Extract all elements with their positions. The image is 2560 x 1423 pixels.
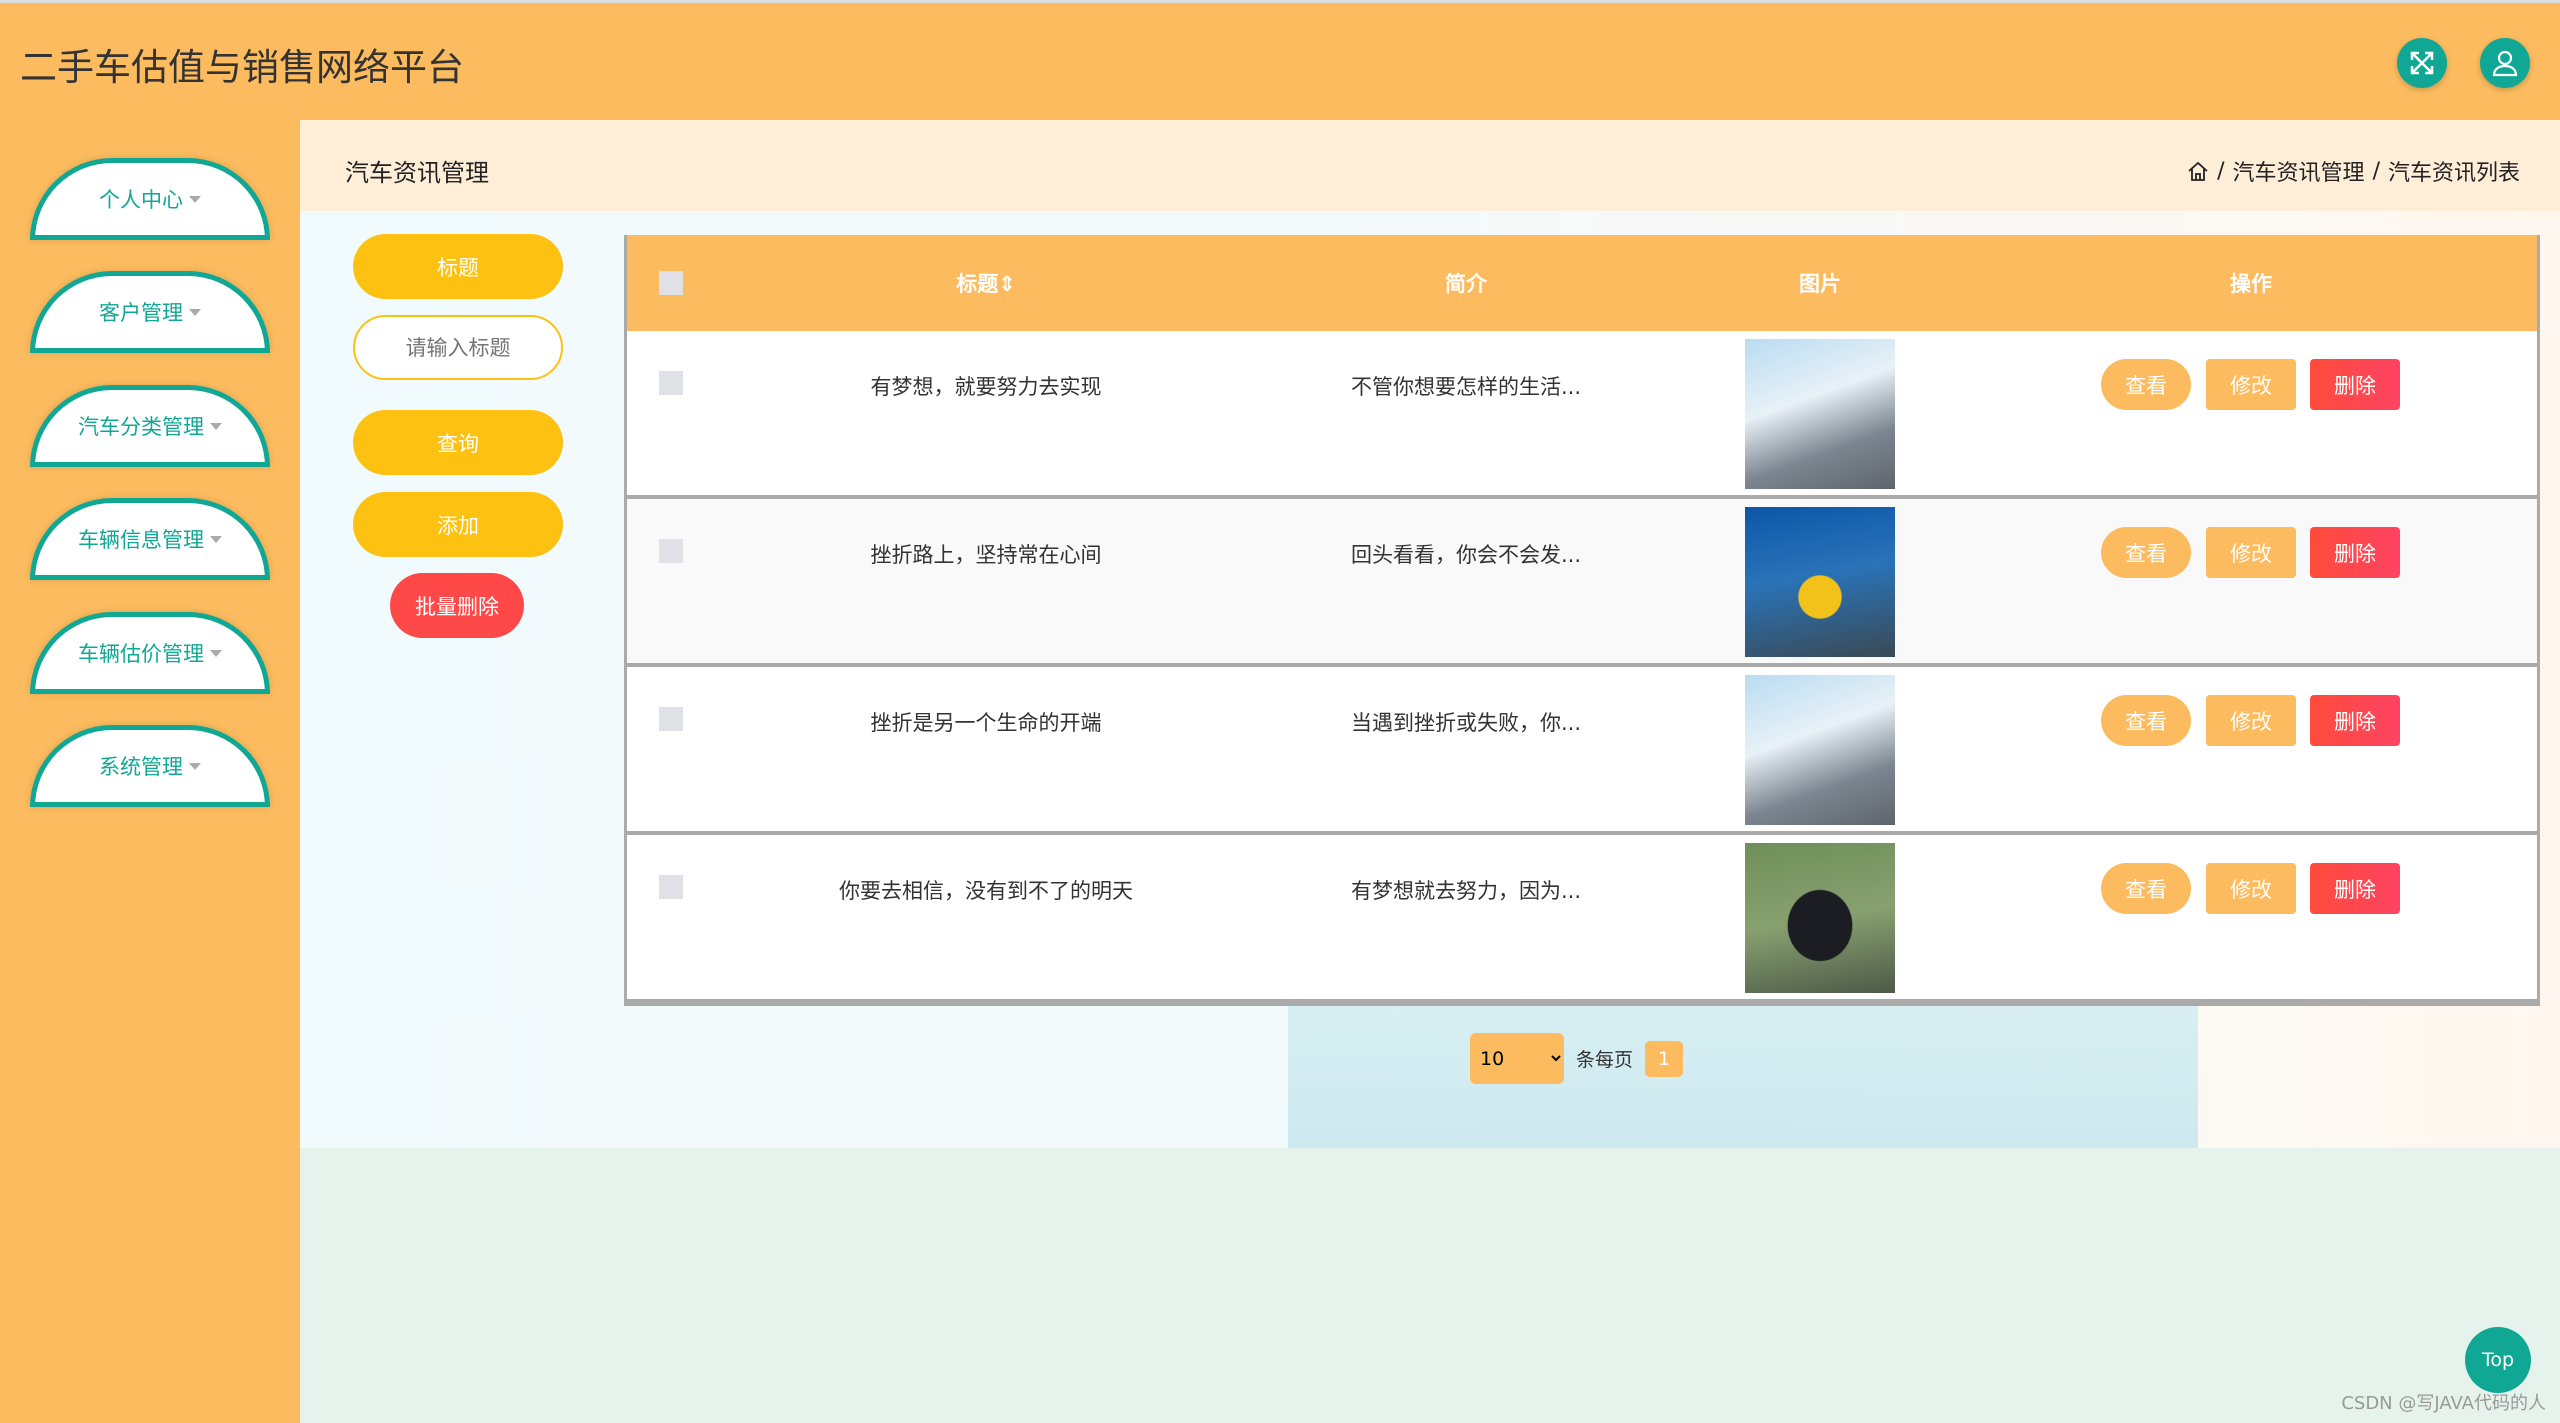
delete-button[interactable]: 删除	[2310, 695, 2400, 746]
header-ops: 操作	[2230, 272, 2272, 296]
batch-delete-button[interactable]: 批量删除	[390, 573, 524, 638]
user-button[interactable]	[2480, 38, 2530, 88]
sidebar-item-vehicle-info[interactable]: 车辆信息管理	[30, 498, 270, 580]
edit-button[interactable]: 修改	[2206, 695, 2296, 746]
header-intro: 简介	[1445, 272, 1487, 296]
car-image	[1745, 507, 1895, 657]
header: 二手车估值与销售网络平台	[0, 0, 2560, 120]
sidebar-item-label: 客户管理	[99, 301, 183, 325]
car-image	[1745, 843, 1895, 993]
caret-down-icon	[189, 308, 201, 316]
breadcrumb-separator: /	[2217, 158, 2225, 184]
page-size-select[interactable]: 10	[1470, 1033, 1564, 1084]
car-image	[1745, 675, 1895, 825]
back-to-top-button[interactable]: Top	[2465, 1327, 2531, 1393]
watermark: CSDN @写JAVA代码的人	[2341, 1393, 2546, 1414]
page-button-1[interactable]: 1	[1645, 1040, 1684, 1077]
per-page-label: 条每页	[1576, 1049, 1634, 1071]
expand-icon	[2410, 51, 2434, 75]
header-title[interactable]: 标题⇕	[956, 268, 1016, 298]
delete-button[interactable]: 删除	[2310, 527, 2400, 578]
query-button[interactable]: 查询	[353, 410, 563, 475]
sidebar-item-customers[interactable]: 客户管理	[30, 271, 270, 353]
row-checkbox[interactable]	[659, 707, 683, 731]
view-button[interactable]: 查看	[2101, 863, 2191, 914]
title-search-input[interactable]	[353, 315, 563, 380]
row-title: 挫折路上，坚持常在心间	[870, 543, 1102, 567]
sidebar-item-system[interactable]: 系统管理	[30, 725, 270, 807]
delete-button[interactable]: 删除	[2310, 359, 2400, 410]
caret-down-icon	[189, 195, 201, 203]
app-title: 二手车估值与销售网络平台	[20, 46, 464, 89]
table-row: 挫折路上，坚持常在心间 回头看看，你会不会发... 查看 修改 删除	[627, 499, 2537, 667]
title-label: 标题	[353, 234, 563, 299]
add-button[interactable]: 添加	[353, 492, 563, 557]
table-row: 你要去相信，没有到不了的明天 有梦想就去努力，因为... 查看 修改 删除	[627, 835, 2537, 1003]
header-image: 图片	[1799, 272, 1841, 296]
row-checkbox[interactable]	[659, 875, 683, 899]
view-button[interactable]: 查看	[2101, 359, 2191, 410]
caret-down-icon	[210, 535, 222, 543]
view-button[interactable]: 查看	[2101, 527, 2191, 578]
user-icon	[2492, 50, 2518, 77]
row-title: 你要去相信，没有到不了的明天	[839, 879, 1133, 903]
row-checkbox[interactable]	[659, 539, 683, 563]
row-intro: 不管你想要怎样的生活...	[1350, 375, 1582, 399]
table-row: 有梦想，就要努力去实现 不管你想要怎样的生活... 查看 修改 删除	[627, 331, 2537, 499]
background-illustration	[1288, 1001, 2198, 1148]
sidebar-item-label: 系统管理	[99, 755, 183, 779]
page-title: 汽车资讯管理	[345, 159, 489, 187]
sidebar-item-label: 车辆估价管理	[78, 642, 204, 666]
edit-button[interactable]: 修改	[2206, 359, 2296, 410]
row-title: 挫折是另一个生命的开端	[870, 711, 1102, 735]
sidebar-item-label: 个人中心	[99, 188, 183, 212]
caret-down-icon	[189, 762, 201, 770]
delete-button[interactable]: 删除	[2310, 863, 2400, 914]
sidebar-item-label: 车辆信息管理	[78, 528, 204, 552]
breadcrumb-item: 汽车资讯列表	[2387, 161, 2520, 186]
row-intro: 回头看看，你会不会发...	[1350, 543, 1582, 567]
select-all-checkbox[interactable]	[659, 271, 683, 295]
sidebar-item-label: 汽车分类管理	[78, 415, 204, 439]
row-title: 有梦想，就要努力去实现	[870, 375, 1102, 399]
breadcrumb-separator: /	[2372, 158, 2380, 184]
fullscreen-button[interactable]	[2397, 38, 2447, 88]
edit-button[interactable]: 修改	[2206, 527, 2296, 578]
row-intro: 当遇到挫折或失败，你...	[1350, 711, 1582, 735]
breadcrumb-item[interactable]: 汽车资讯管理	[2233, 155, 2365, 187]
news-table: 标题⇕ 简介 图片 操作 有梦想，就要努力去实现 不管你想要怎样的生活... 查…	[624, 235, 2540, 1006]
pagination: 10 条每页 1	[1470, 1033, 1684, 1084]
caret-down-icon	[210, 422, 222, 430]
breadcrumb: / 汽车资讯管理 / 汽车资讯列表	[2187, 155, 2520, 187]
table-header: 标题⇕ 简介 图片 操作	[627, 235, 2537, 331]
row-intro: 有梦想就去努力，因为...	[1350, 879, 1582, 903]
view-button[interactable]: 查看	[2101, 695, 2191, 746]
home-icon[interactable]	[2187, 160, 2209, 182]
sidebar-item-car-category[interactable]: 汽车分类管理	[30, 385, 270, 467]
sidebar-item-personal[interactable]: 个人中心	[30, 158, 270, 240]
caret-down-icon	[210, 649, 222, 657]
table-row: 挫折是另一个生命的开端 当遇到挫折或失败，你... 查看 修改 删除	[627, 667, 2537, 835]
sidebar-item-valuation[interactable]: 车辆估价管理	[30, 612, 270, 694]
edit-button[interactable]: 修改	[2206, 863, 2296, 914]
sidebar: 个人中心 客户管理 汽车分类管理 车辆信息管理 车辆估价管理 系统管理	[0, 120, 300, 1423]
car-image	[1745, 339, 1895, 489]
row-checkbox[interactable]	[659, 371, 683, 395]
